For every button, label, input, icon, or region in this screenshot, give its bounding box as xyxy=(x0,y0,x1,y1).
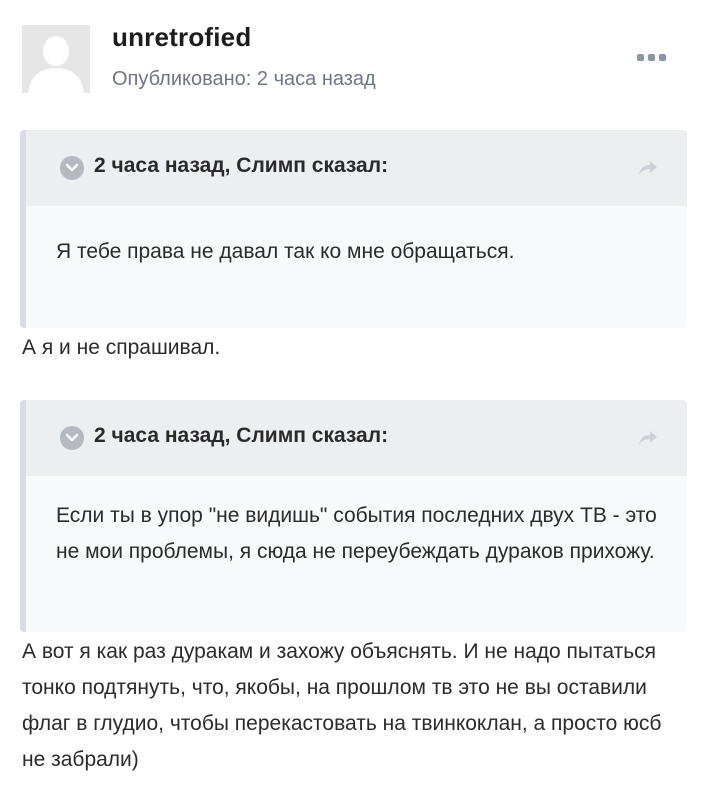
quote-block: 2 часа назад, Слимп сказал: Я тебе права… xyxy=(20,130,687,328)
avatar[interactable] xyxy=(22,25,90,93)
author-name[interactable]: unretrofied xyxy=(112,22,251,53)
post-header: unretrofied Опубликовано: 2 часа назад xyxy=(0,0,705,110)
share-icon[interactable] xyxy=(637,428,659,448)
quote-text: Если ты в упор "не видишь" события после… xyxy=(56,504,657,563)
quote-title: 2 часа назад, Слимп сказал: xyxy=(94,424,389,447)
user-silhouette-icon xyxy=(22,25,90,93)
quote-header: 2 часа назад, Слимп сказал: xyxy=(26,400,687,476)
chevron-down-icon[interactable] xyxy=(60,156,84,180)
reply-text: А я и не спрашивал. xyxy=(22,336,221,359)
share-icon[interactable] xyxy=(637,158,659,178)
more-options-icon[interactable] xyxy=(637,52,667,64)
quote-title: 2 часа назад, Слимп сказал: xyxy=(94,154,389,177)
quote-block: 2 часа назад, Слимп сказал: Если ты в уп… xyxy=(20,400,687,632)
quote-text: Я тебе права не давал так ко мне обращат… xyxy=(56,240,515,263)
quote-header: 2 часа назад, Слимп сказал: xyxy=(26,130,687,206)
chevron-down-icon[interactable] xyxy=(60,426,84,450)
reply-text: А вот я как раз дуракам и захожу объясня… xyxy=(22,640,662,771)
post-timestamp[interactable]: Опубликовано: 2 часа назад xyxy=(112,68,376,91)
